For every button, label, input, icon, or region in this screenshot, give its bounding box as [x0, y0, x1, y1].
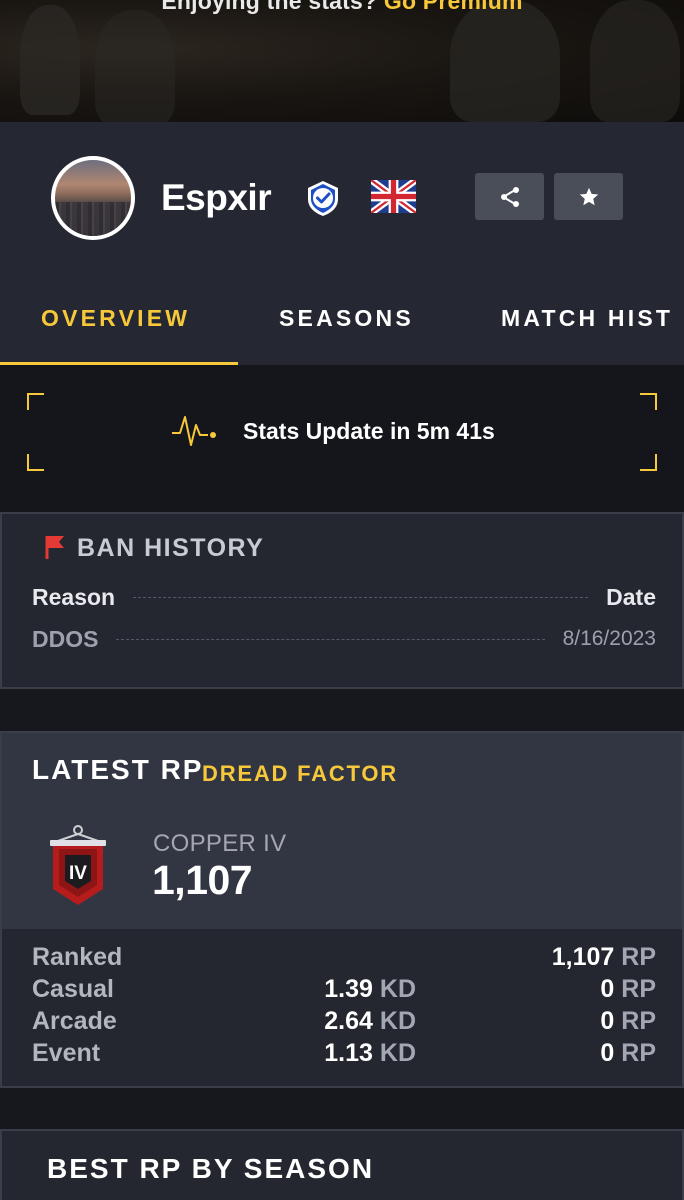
rank-numeral: IV — [69, 863, 87, 884]
mode-rp-value: 1,107 — [551, 943, 615, 971]
kd-unit: KD — [379, 975, 416, 1003]
frame-corner — [27, 393, 44, 410]
share-button[interactable] — [475, 173, 544, 220]
red-flag-icon — [45, 536, 64, 559]
rp-unit: RP — [621, 943, 656, 971]
kd-unit: KD — [379, 1007, 416, 1035]
mode-name: Casual — [32, 975, 114, 1003]
banner-text: Enjoying the stats? Go Premium — [0, 0, 684, 15]
mode-kd: 1.13 KD — [324, 1039, 416, 1068]
banner-art — [450, 0, 560, 122]
favorite-button[interactable] — [554, 173, 623, 220]
mode-row-arcade: Arcade 2.64 KD 0 RP — [32, 1007, 656, 1039]
rp-unit: RP — [621, 1039, 656, 1067]
mode-rp: 0 RP — [600, 975, 656, 1004]
reason-header: Reason — [32, 583, 116, 610]
ban-history-row: DDOS 8/16/2023 — [32, 624, 656, 654]
mode-kd-value: 1.13 — [324, 1039, 373, 1067]
uk-flag-icon — [371, 180, 416, 213]
latest-rp-card: LATEST RP DREAD FACTOR IV COPPER IV 1,10… — [0, 731, 684, 1088]
rp-unit: RP — [621, 1007, 656, 1035]
rp-unit: RP — [621, 975, 656, 1003]
mode-kd: 2.64 KD — [324, 1007, 416, 1036]
avatar[interactable] — [51, 156, 135, 240]
kd-unit: KD — [379, 1039, 416, 1067]
frame-corner — [27, 454, 44, 471]
mode-kd-value: 2.64 — [324, 1007, 373, 1035]
mode-row-event: Event 1.13 KD 0 RP — [32, 1039, 656, 1071]
ban-date: 8/16/2023 — [562, 627, 656, 650]
tab-overview[interactable]: OVERVIEW — [41, 297, 190, 365]
mode-rp-value: 0 — [600, 1039, 615, 1067]
mode-name: Ranked — [32, 943, 123, 971]
banner-art — [590, 0, 680, 122]
copper-iv-rank-icon: IV — [50, 825, 106, 905]
profile-page: Enjoying the stats? Go Premium Espxir OV… — [0, 0, 684, 1200]
mode-kd-value: 1.39 — [324, 975, 373, 1003]
username: Espxir — [161, 177, 272, 218]
mode-rp-value: 0 — [600, 975, 615, 1003]
rank-summary: LATEST RP DREAD FACTOR IV COPPER IV 1,10… — [2, 733, 682, 929]
rank-rp-value: 1,107 — [152, 857, 253, 903]
ban-reason: DDOS — [32, 625, 99, 652]
tab-match-history[interactable]: MATCH HIST — [501, 297, 673, 365]
ban-history-header-row: Reason Date — [32, 582, 656, 612]
frame-corner — [640, 393, 657, 410]
mode-rp-value: 0 — [600, 1007, 615, 1035]
mode-rp: 0 RP — [600, 1039, 656, 1068]
mode-row-casual: Casual 1.39 KD 0 RP — [32, 975, 656, 1007]
banner-art — [20, 5, 80, 115]
season-name: DREAD FACTOR — [202, 761, 398, 786]
mode-row-ranked: Ranked 1,107 RP — [32, 943, 656, 975]
mode-kd: 1.39 KD — [324, 975, 416, 1004]
tab-bar: OVERVIEW SEASONS MATCH HIST — [0, 297, 684, 365]
best-rp-card: BEST RP BY SEASON — [0, 1129, 684, 1200]
ban-history-title: BAN HISTORY — [77, 534, 265, 562]
ban-history-card: BAN HISTORY Reason Date DDOS 8/16/2023 — [0, 512, 684, 689]
mode-rp: 0 RP — [600, 1007, 656, 1036]
star-icon — [579, 187, 598, 205]
frame-corner — [640, 454, 657, 471]
banner-message: Enjoying the stats? — [161, 0, 378, 14]
mode-name: Event — [32, 1039, 101, 1067]
rank-name: COPPER IV — [153, 830, 287, 857]
stats-update-text: Stats Update in 5m 41s — [243, 418, 495, 444]
date-header: Date — [606, 583, 656, 610]
latest-rp-title: LATEST RP — [32, 754, 204, 785]
stats-update-panel: Stats Update in 5m 41s — [0, 365, 684, 511]
best-rp-title: BEST RP BY SEASON — [47, 1153, 375, 1184]
tab-seasons[interactable]: SEASONS — [279, 297, 414, 365]
pulse-icon — [172, 416, 216, 446]
banner-art — [95, 10, 175, 122]
share-icon — [500, 186, 519, 207]
mode-rp: 1,107 RP — [552, 943, 656, 972]
profile-header: Espxir OVERVIEW SEASONS MATCH HIST — [0, 122, 684, 366]
go-premium-link[interactable]: Go Premium — [384, 0, 523, 14]
mode-name: Arcade — [32, 1007, 117, 1035]
premium-banner[interactable]: Enjoying the stats? Go Premium — [0, 0, 684, 122]
verified-shield-icon — [308, 181, 338, 216]
